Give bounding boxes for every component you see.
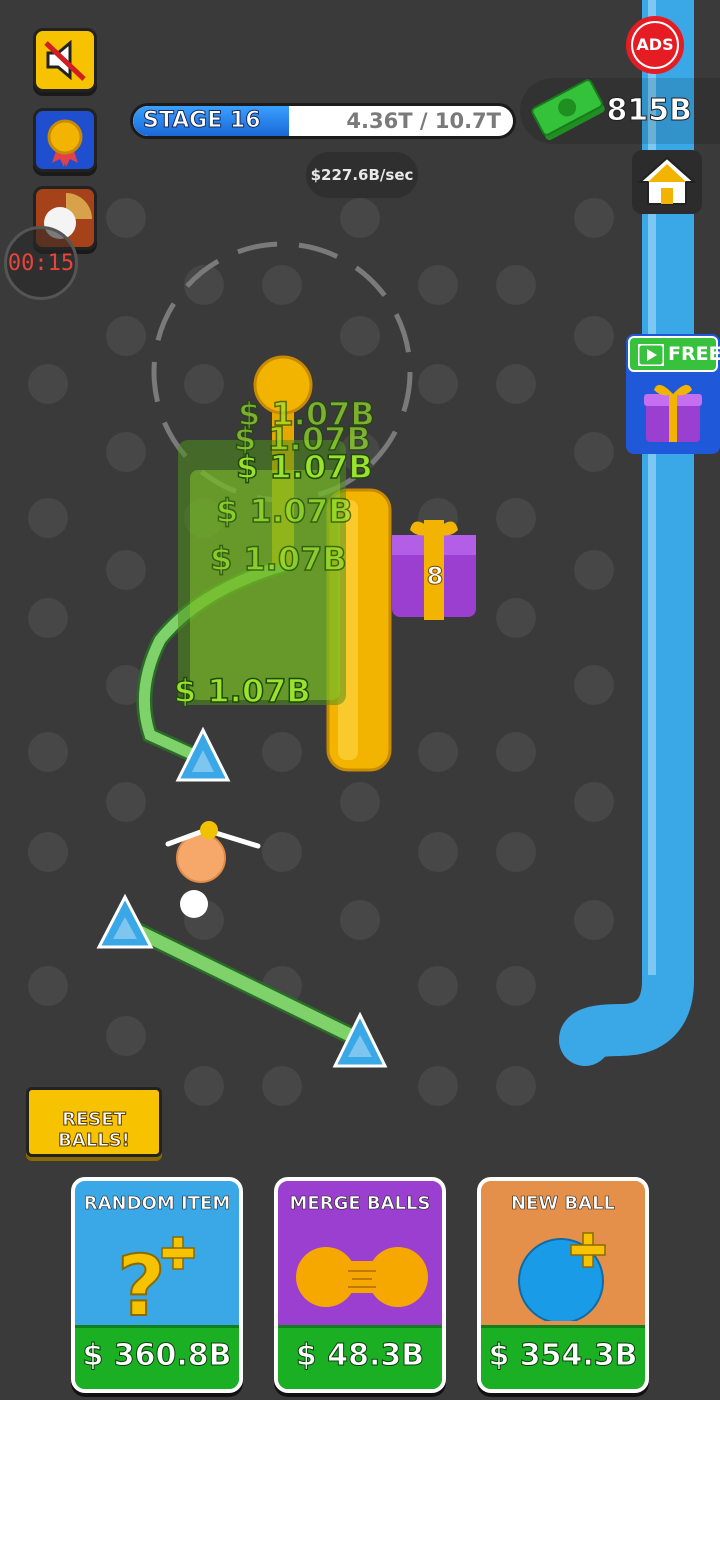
card-title: NEW BALL [510, 1193, 616, 1215]
peg [28, 498, 68, 538]
bottom-blank-area [0, 1400, 720, 1560]
earn-rate-badge: $227.6B/sec [306, 152, 418, 198]
home-icon [637, 156, 697, 205]
stage-progress-bar: STAGE 16 4.36T / 10.7T [130, 103, 516, 139]
peg [418, 1066, 458, 1106]
peg [418, 732, 458, 772]
achievements-button[interactable] [33, 108, 97, 172]
white-ball [180, 890, 208, 918]
countdown-timer: 00:15 [4, 226, 78, 300]
money-popup-label: $ 1.07B [209, 539, 347, 579]
money-popup-label: $ 1.07B [173, 671, 311, 711]
cash-stack-icon [531, 79, 605, 141]
peg [418, 832, 458, 872]
free-label-badge: FREE [628, 336, 720, 372]
peg [574, 198, 614, 238]
peg [418, 265, 458, 305]
merge-balls-card[interactable]: MERGE BALLS $ 48.3B [274, 1177, 446, 1393]
peg [106, 316, 146, 356]
peg [340, 782, 380, 822]
game-screen[interactable]: $ 1.07B $ 1.07B $ 1.07B $ 1.07B $ 1.07B $ 1.0… [0, 0, 720, 1400]
price-bar: $ 360.8B [75, 1325, 239, 1389]
peg [496, 832, 536, 872]
card-title: RANDOM ITEM [83, 1193, 231, 1215]
remove-ads-button[interactable]: ADS [626, 16, 684, 74]
question-plus-icon: ? [116, 1236, 195, 1319]
peg [262, 265, 302, 305]
merge-balls-icon [296, 1247, 428, 1307]
peg [340, 316, 380, 356]
price-bar: $ 354.3B [481, 1325, 645, 1389]
money-popup-label: $ 1.07B [215, 491, 353, 531]
peg [496, 1066, 536, 1106]
svg-text:?: ? [117, 1237, 166, 1319]
random-item-card[interactable]: RANDOM ITEM ? $ 360.8B [71, 1177, 243, 1393]
card-price: $ 48.3B [295, 1338, 425, 1374]
peg [574, 316, 614, 356]
peg [496, 364, 536, 404]
mute-sound-button[interactable] [33, 28, 97, 92]
card-title: MERGE BALLS [289, 1193, 431, 1215]
free-label: FREE [668, 343, 720, 365]
peg [262, 732, 302, 772]
reset-balls-label: RESET BALLS! [58, 1109, 131, 1152]
video-play-icon [638, 344, 664, 366]
peg [340, 198, 380, 238]
peg [28, 598, 68, 638]
peg [184, 1066, 224, 1106]
gift-box-count: 8 [426, 562, 444, 591]
peg [106, 782, 146, 822]
home-button[interactable] [632, 150, 702, 214]
peg [418, 364, 458, 404]
peg [574, 900, 614, 940]
peg [496, 598, 536, 638]
peg [496, 732, 536, 772]
peg [574, 550, 614, 590]
new-ball-card[interactable]: NEW BALL $ 354.3B [477, 1177, 649, 1393]
peg [28, 732, 68, 772]
peg [28, 832, 68, 872]
triangle-bumper [96, 893, 154, 949]
peg [496, 498, 536, 538]
peg [574, 782, 614, 822]
peg [496, 265, 536, 305]
stage-label: STAGE 16 [143, 108, 262, 134]
money-popup-label: $ 1.07B [235, 447, 373, 487]
peg [28, 364, 68, 404]
peg [262, 1066, 302, 1106]
gift-icon [644, 384, 702, 442]
cash-amount: 815B [606, 93, 692, 129]
peg [106, 550, 146, 590]
peg [340, 900, 380, 940]
earn-rate-text: $227.6B/sec [310, 166, 414, 184]
peg [106, 432, 146, 472]
ball-plus-icon [518, 1232, 606, 1321]
ads-label: ADS [633, 23, 677, 67]
peg [262, 832, 302, 872]
medal-icon [47, 119, 83, 167]
speaker-muted-icon [44, 39, 86, 81]
peg [496, 966, 536, 1006]
card-price: $ 354.3B [488, 1338, 638, 1374]
peg [574, 665, 614, 705]
peg [184, 364, 224, 404]
peg [28, 966, 68, 1006]
peg [574, 432, 614, 472]
card-price: $ 360.8B [82, 1338, 232, 1374]
reset-balls-button[interactable]: RESET BALLS! [26, 1087, 162, 1157]
free-gift-button[interactable]: FREE [626, 334, 720, 454]
timer-text: 00:15 [7, 251, 75, 276]
rail-lower [118, 918, 367, 1047]
peg [106, 198, 146, 238]
price-bar: $ 48.3B [278, 1325, 442, 1389]
orange-ball [176, 833, 226, 883]
stage-progress-text: 4.36T / 10.7T [346, 109, 501, 133]
peg [418, 966, 458, 1006]
peg [106, 1016, 146, 1056]
